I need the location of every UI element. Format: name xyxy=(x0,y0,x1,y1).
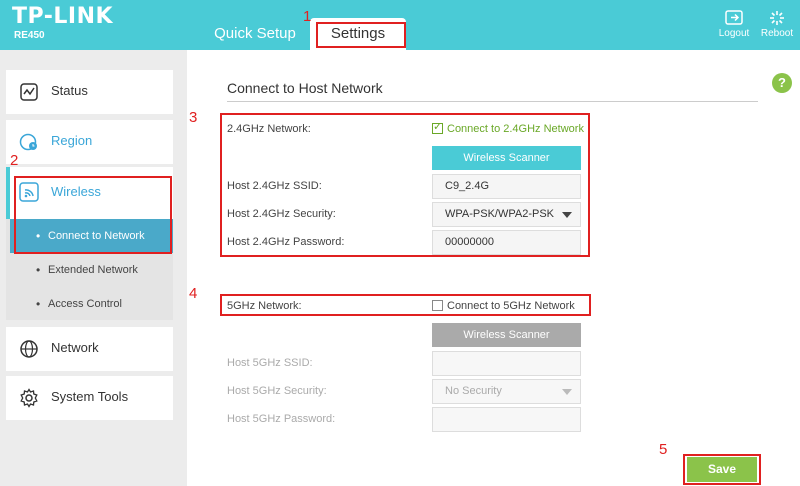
tab-quick-setup[interactable]: Quick Setup xyxy=(205,18,305,50)
band5-wireless-scanner-button[interactable]: Wireless Scanner xyxy=(432,323,581,347)
sidebar-item-status[interactable]: Status xyxy=(6,70,173,114)
sidebar-item-region[interactable]: Region xyxy=(6,120,173,164)
page-title: Connect to Host Network xyxy=(227,80,383,96)
status-icon xyxy=(20,83,38,101)
band5-password-input[interactable] xyxy=(432,407,581,432)
band5-security-label: Host 5GHz Security: xyxy=(227,385,327,397)
highlight-box-band24 xyxy=(220,113,590,257)
highlight-box-settings xyxy=(316,22,406,48)
highlight-box-band5 xyxy=(220,294,591,316)
band5-ssid-label: Host 5GHz SSID: xyxy=(227,357,313,369)
divider xyxy=(227,101,758,102)
sidebar-item-label: System Tools xyxy=(51,389,129,404)
band5-security-select[interactable]: No Security xyxy=(432,379,581,404)
annotation-number: 5 xyxy=(659,441,668,458)
reboot-label: Reboot xyxy=(760,28,794,39)
sidebar-item-label: Status xyxy=(51,83,88,98)
sidebar-item-network[interactable]: Network xyxy=(6,327,173,371)
brand-logo: TP-LINK xyxy=(12,4,114,29)
logout-label: Logout xyxy=(718,28,750,39)
annotation-number: 3 xyxy=(189,109,198,126)
sidebar-subitem-access-control[interactable]: Access Control xyxy=(10,287,173,321)
annotation-number: 4 xyxy=(189,285,198,302)
sidebar-item-label: Network xyxy=(51,340,99,355)
highlight-box-wireless xyxy=(14,176,172,254)
reboot-button[interactable]: Reboot xyxy=(757,10,797,39)
band5-security-value: No Security xyxy=(445,385,502,397)
sidebar-item-label: Region xyxy=(51,133,93,148)
help-icon[interactable]: ? xyxy=(772,73,792,93)
chevron-down-icon xyxy=(562,389,572,395)
band5-ssid-input[interactable] xyxy=(432,351,581,376)
globe-clock-icon xyxy=(19,133,37,151)
highlight-box-save xyxy=(683,454,761,485)
annotation-number: 2 xyxy=(10,152,19,169)
annotation-number: 1 xyxy=(303,8,312,25)
logout-button[interactable]: Logout xyxy=(714,10,754,39)
band5-password-label: Host 5GHz Password: xyxy=(227,413,336,425)
reboot-icon xyxy=(770,11,784,25)
sidebar-item-system-tools[interactable]: System Tools xyxy=(6,376,173,420)
network-globe-icon xyxy=(20,340,38,358)
logout-icon xyxy=(725,10,743,25)
gear-icon xyxy=(20,388,38,408)
sidebar-subitem-extended-network[interactable]: Extended Network xyxy=(10,253,173,287)
active-indicator xyxy=(6,167,10,219)
model-name: RE450 xyxy=(14,30,45,41)
